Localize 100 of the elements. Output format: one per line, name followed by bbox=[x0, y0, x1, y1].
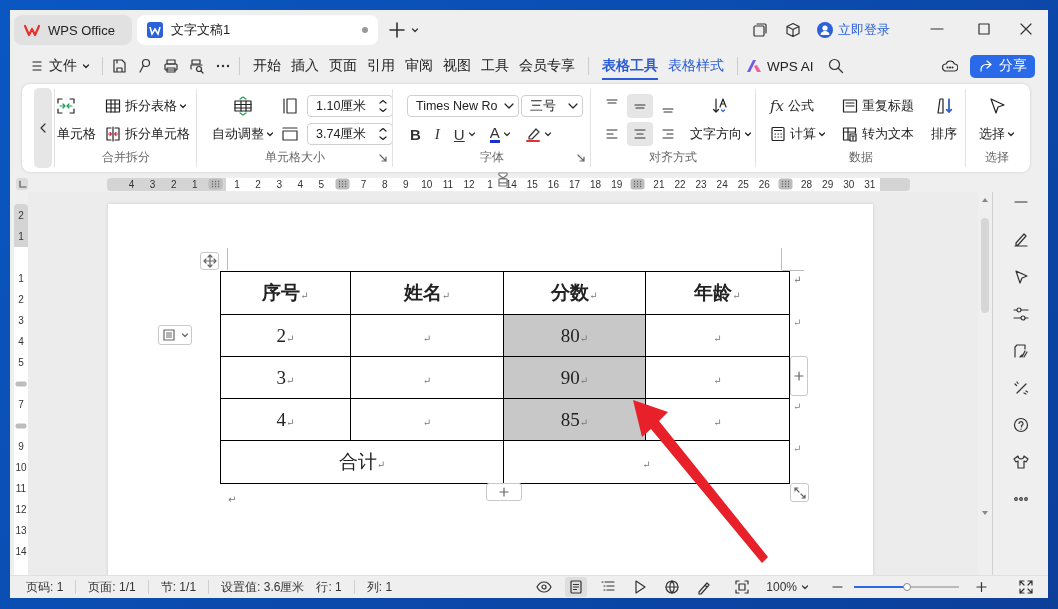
print-icon[interactable] bbox=[163, 58, 179, 74]
sliders-icon[interactable] bbox=[1012, 306, 1029, 322]
new-tab-icon[interactable] bbox=[389, 22, 405, 38]
scroll-up-icon[interactable] bbox=[981, 196, 989, 204]
italic-button[interactable]: I bbox=[431, 122, 443, 146]
caret-icon bbox=[180, 331, 189, 339]
table-resize-handle[interactable] bbox=[790, 483, 809, 502]
fullscreen-icon[interactable] bbox=[1018, 579, 1034, 595]
repeat-header-button[interactable]: 重复标题 bbox=[840, 94, 920, 118]
menu-tab[interactable]: 插入 bbox=[286, 53, 324, 79]
table-move-handle[interactable] bbox=[200, 252, 219, 270]
slider-thumb[interactable] bbox=[902, 583, 911, 591]
font-size-select[interactable]: 三号 bbox=[521, 95, 583, 117]
ruler-number: 10 bbox=[420, 178, 434, 190]
text-direction-button[interactable]: 文字方向 bbox=[687, 92, 755, 148]
search-icon[interactable] bbox=[827, 58, 844, 74]
row-marker-icon[interactable] bbox=[15, 422, 27, 429]
menu-tab[interactable]: 审阅 bbox=[400, 53, 438, 79]
cube-icon[interactable] bbox=[785, 22, 801, 38]
menu-icon[interactable] bbox=[30, 58, 44, 74]
ruler-number: 9 bbox=[17, 440, 25, 454]
merge-cells-button[interactable]: 单元格 bbox=[55, 92, 103, 148]
zoom-select[interactable]: 100% bbox=[766, 580, 809, 594]
cursor-icon[interactable] bbox=[1012, 269, 1029, 285]
calculator-icon bbox=[770, 126, 786, 142]
menu-tab[interactable]: 工具 bbox=[476, 53, 514, 79]
brush-icon[interactable] bbox=[1012, 343, 1029, 359]
menu-tab[interactable]: 表格工具 bbox=[597, 53, 663, 79]
tab-stop-icon bbox=[17, 179, 27, 189]
ruler-number: 14 bbox=[504, 178, 518, 190]
column-marker-icon[interactable] bbox=[208, 178, 224, 190]
select-button[interactable]: 选择 bbox=[976, 92, 1017, 148]
ruler-number: 3 bbox=[148, 178, 157, 190]
menu-tab[interactable]: 会员专享 bbox=[514, 53, 580, 79]
maximize-icon[interactable] bbox=[976, 20, 992, 37]
convert-to-text-button[interactable]: 转为文本 bbox=[840, 122, 920, 146]
pen-icon[interactable] bbox=[1012, 231, 1029, 248]
chat-cloud-icon[interactable] bbox=[942, 58, 958, 74]
scrollbar-thumb[interactable] bbox=[981, 218, 989, 313]
font-name-select[interactable]: Times New Ro bbox=[407, 95, 519, 117]
formula-button[interactable]: fx 公式 bbox=[768, 94, 838, 118]
file-menu[interactable]: 文件 bbox=[49, 57, 77, 75]
sort-button[interactable]: 排序 bbox=[922, 92, 965, 148]
tab[interactable]: 文字文稿1 bbox=[137, 15, 378, 45]
table-cell: ↵ bbox=[350, 356, 504, 399]
autofit-icon bbox=[233, 96, 253, 116]
window-icon[interactable] bbox=[752, 22, 768, 38]
menu-tab[interactable]: 引用 bbox=[362, 53, 400, 79]
magic-wand-icon[interactable] bbox=[1012, 380, 1029, 396]
row-marker-icon[interactable] bbox=[15, 380, 27, 387]
view-button[interactable] bbox=[565, 577, 588, 597]
underline-button[interactable]: U bbox=[450, 122, 479, 146]
split-table-button[interactable]: 拆分表格 bbox=[103, 94, 196, 118]
font-color-button[interactable]: A bbox=[486, 122, 514, 146]
format-painter-icon[interactable] bbox=[137, 58, 153, 74]
menu-tab[interactable]: 页面 bbox=[324, 53, 362, 79]
shirt-icon[interactable] bbox=[1012, 454, 1029, 470]
zoom-in-icon[interactable] bbox=[975, 581, 988, 593]
login-link[interactable]: 立即登录 bbox=[838, 21, 890, 39]
column-marker-icon[interactable] bbox=[777, 178, 793, 190]
ruler-number: 28 bbox=[800, 178, 814, 190]
tab-stop-button[interactable] bbox=[16, 178, 28, 190]
split-cells-button[interactable]: 拆分单元格 bbox=[103, 122, 196, 146]
wps-logo-icon bbox=[24, 22, 40, 38]
status-text: 页码: 1 bbox=[26, 578, 65, 596]
bold-button[interactable]: B bbox=[407, 122, 424, 146]
cursor-icon bbox=[987, 97, 1006, 115]
print-preview-icon[interactable] bbox=[189, 58, 205, 74]
ruler-number: 15 bbox=[525, 178, 539, 190]
menu-tab[interactable]: 开始 bbox=[248, 53, 286, 79]
column-marker-icon[interactable] bbox=[335, 178, 350, 190]
menu-tab[interactable]: 视图 bbox=[438, 53, 476, 79]
table-layout-button[interactable] bbox=[158, 325, 192, 345]
align-button[interactable] bbox=[627, 94, 653, 118]
share-button[interactable]: 分享 bbox=[970, 54, 1035, 78]
ruler-number: 23 bbox=[694, 178, 708, 190]
ruler-number: 25 bbox=[736, 178, 750, 190]
table-cell: 80↵ bbox=[503, 314, 646, 357]
dialog-launcher-icon[interactable] bbox=[576, 152, 586, 163]
ruler-number: 16 bbox=[546, 178, 560, 190]
spinner-icon bbox=[378, 127, 388, 141]
row-height-icon bbox=[281, 97, 299, 115]
menu-tab[interactable]: 表格样式 bbox=[663, 53, 729, 79]
help-icon[interactable] bbox=[1012, 417, 1029, 433]
calculate-button[interactable]: 计算 bbox=[768, 122, 838, 146]
table-cell: 序号↵ bbox=[220, 271, 351, 315]
column-marker-icon[interactable] bbox=[630, 178, 646, 190]
autofit-button[interactable]: 自动调整 bbox=[209, 92, 277, 148]
table-cell: 年龄↵ bbox=[645, 271, 790, 315]
ruler-number: 1 bbox=[17, 272, 25, 286]
align-button[interactable] bbox=[627, 122, 653, 146]
dialog-launcher-icon[interactable] bbox=[378, 152, 388, 163]
save-icon[interactable] bbox=[111, 58, 127, 74]
scroll-down-icon[interactable] bbox=[981, 509, 989, 517]
wps-ai-button[interactable]: WPS AI bbox=[767, 58, 814, 74]
add-row-button[interactable] bbox=[486, 483, 522, 501]
avatar-icon[interactable] bbox=[817, 22, 833, 38]
tab[interactable]: WPS Office bbox=[14, 15, 132, 45]
fit-page-icon[interactable] bbox=[734, 579, 751, 595]
horizontal-ruler[interactable]: 4 3 2 1 1 2 3 4 5 7 8 9 10 11 12 1 14 15 16 17 18 19 21 22 23 24 25 26 28 29 30 31 bbox=[107, 177, 911, 191]
